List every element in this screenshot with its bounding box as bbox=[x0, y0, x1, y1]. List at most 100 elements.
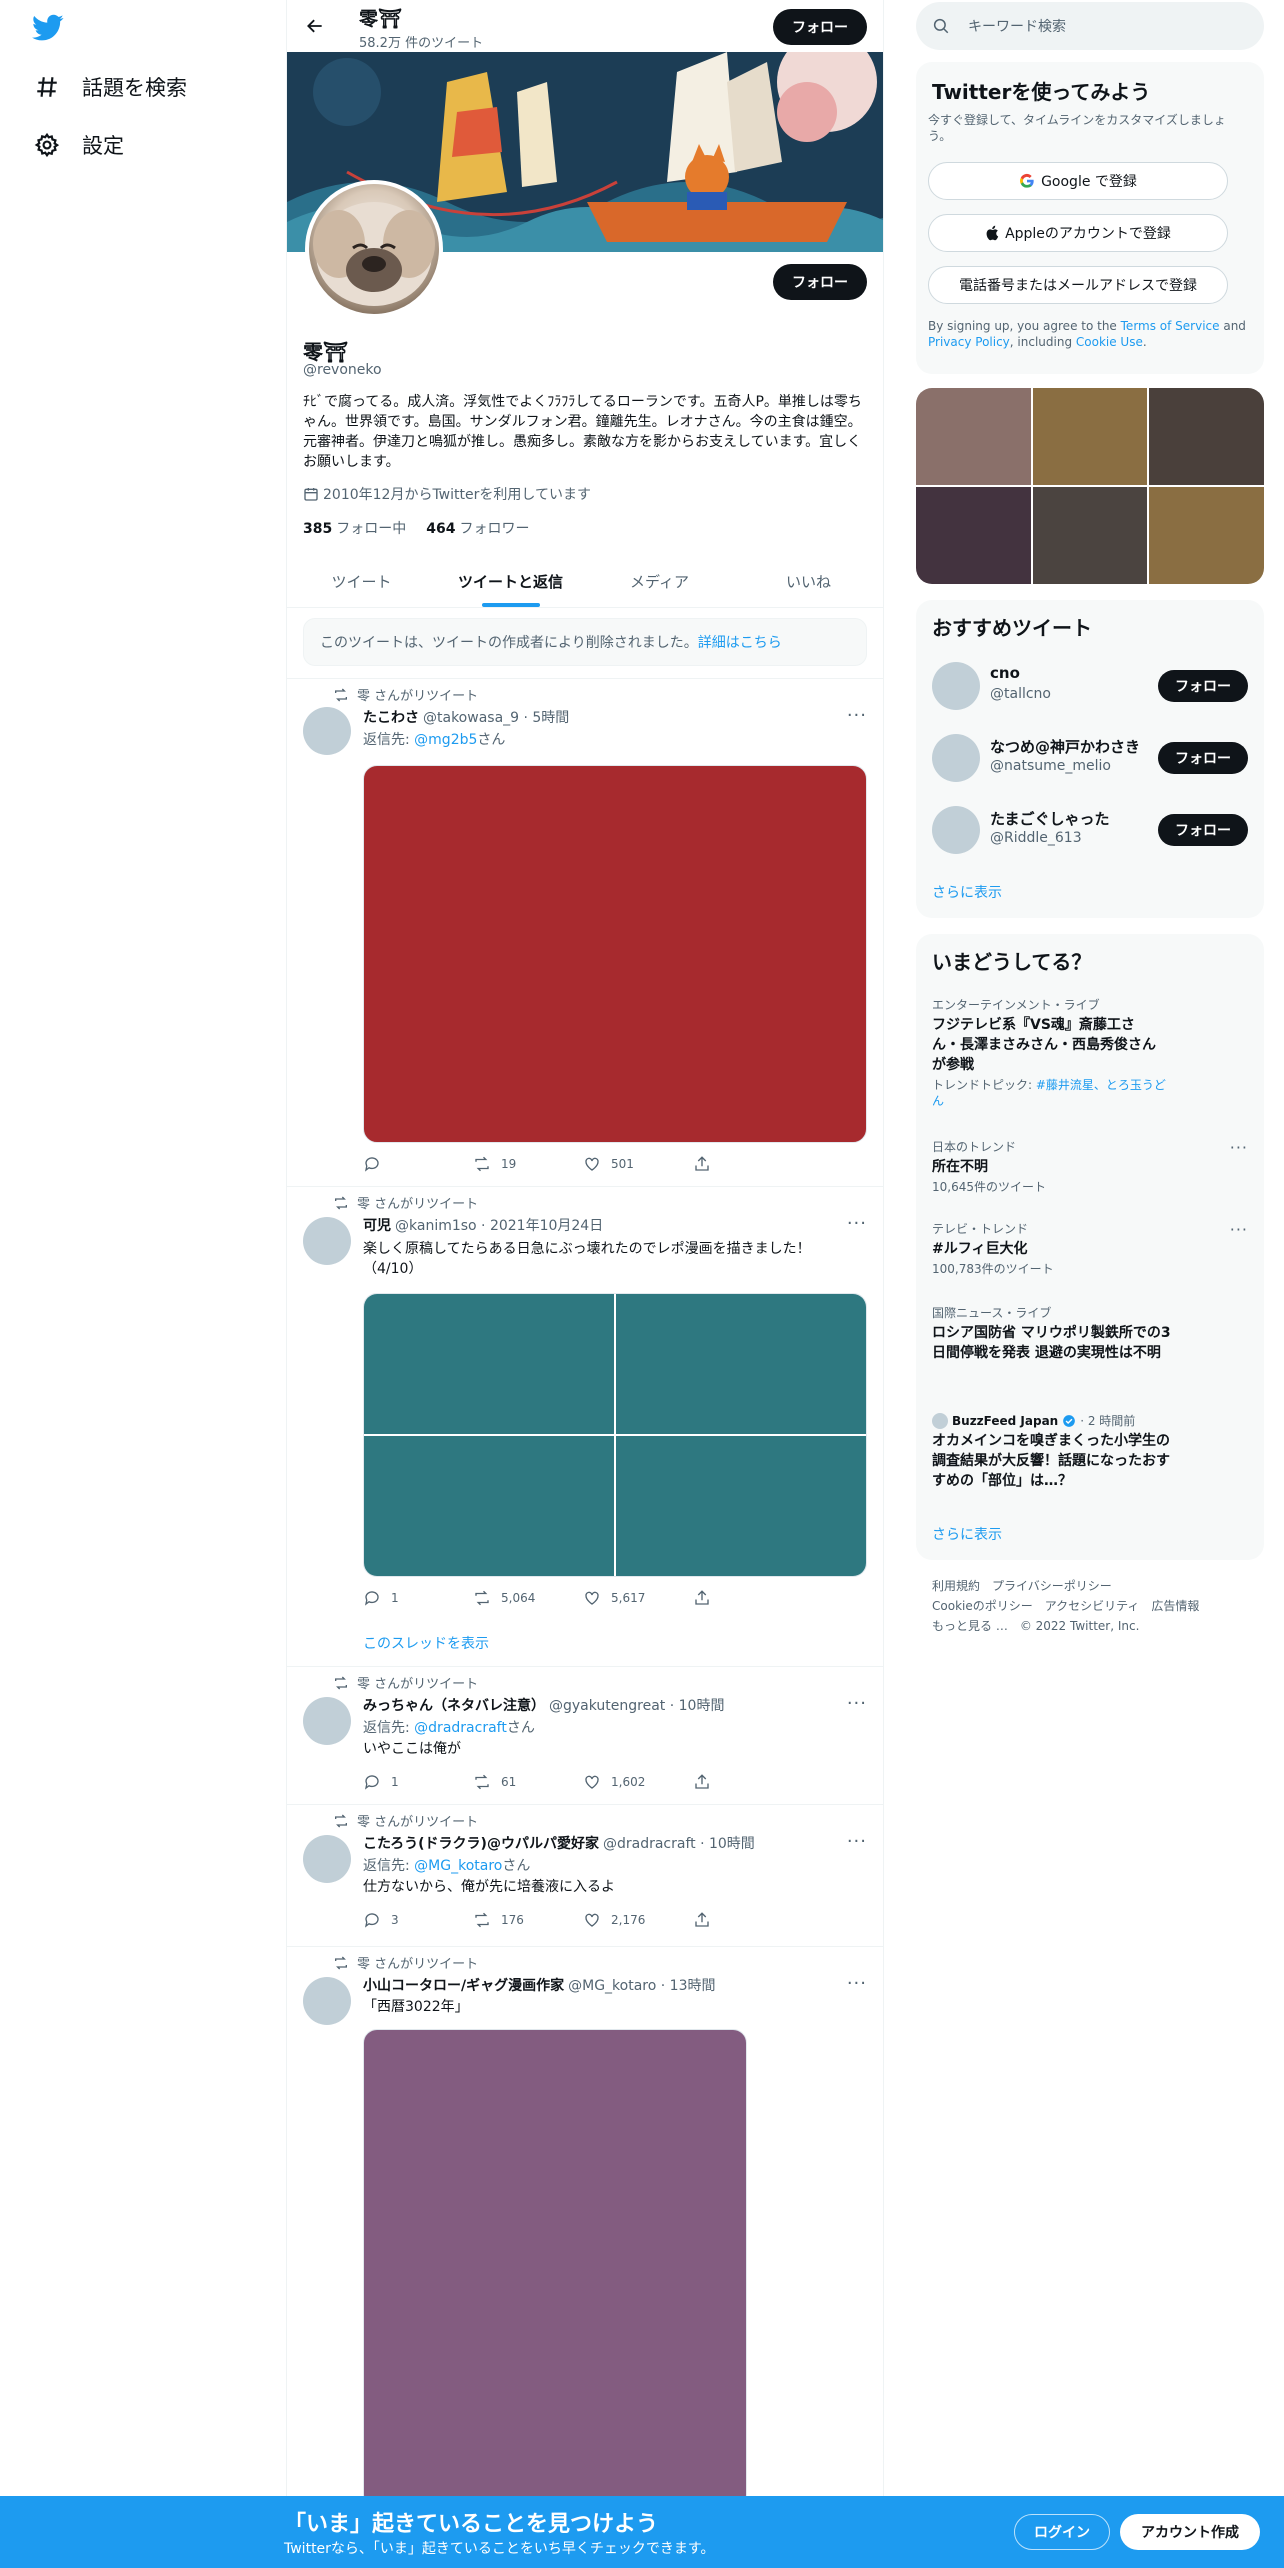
like-button[interactable]: 2,176 bbox=[583, 1911, 693, 1929]
reply-to-link[interactable]: @mg2b5 bbox=[414, 732, 477, 748]
tweet-item[interactable]: 零 さんがリツイート みっちゃん（ネタバレ注意） @gyakutengreat ·… bbox=[287, 1666, 883, 1804]
follow-button[interactable]: フォロー bbox=[1158, 814, 1248, 846]
more-options-icon[interactable]: ··· bbox=[847, 705, 867, 726]
privacy-policy-link[interactable]: Privacy Policy bbox=[928, 335, 1010, 349]
show-thread-link[interactable]: このスレッドを表示 bbox=[363, 1633, 489, 1653]
retweet-button[interactable]: 5,064 bbox=[473, 1589, 583, 1607]
like-button[interactable]: 501 bbox=[583, 1155, 693, 1173]
footer-link[interactable]: アクセシビリティ bbox=[1045, 1599, 1140, 1613]
followers-link[interactable]: 464 フォロワー bbox=[426, 518, 529, 538]
footer-more-link[interactable]: もっと見る … bbox=[932, 1619, 1008, 1633]
trend-item[interactable]: 国際ニュース・ライブ ロシア国防省 マリウポリ製鉄所での3日間停戦を発表 退避の… bbox=[932, 1304, 1242, 1363]
avatar[interactable] bbox=[303, 1977, 351, 2025]
tweet-item[interactable]: 零 さんがリツイート 可児 @kanim1so · 2021年10月24日 ···… bbox=[287, 1186, 883, 1666]
author-name[interactable]: 小山コータロー/ギャグ漫画作家 bbox=[363, 1978, 564, 1994]
avatar[interactable] bbox=[932, 662, 980, 710]
avatar[interactable] bbox=[932, 806, 980, 854]
more-options-icon[interactable]: ··· bbox=[847, 1693, 867, 1714]
avatar[interactable] bbox=[303, 707, 351, 755]
twitter-logo-icon[interactable] bbox=[32, 14, 64, 42]
header-title: 零⛩ bbox=[359, 8, 403, 30]
tab-tweets-and-replies[interactable]: ツイートと返信 bbox=[436, 556, 585, 607]
share-button[interactable] bbox=[693, 1155, 803, 1173]
reply-button[interactable]: 1 bbox=[363, 1589, 473, 1607]
tweet-media-image[interactable] bbox=[616, 1436, 866, 1576]
nav-explore[interactable]: 話題を検索 bbox=[34, 72, 187, 102]
more-options-icon[interactable]: ··· bbox=[1230, 1220, 1248, 1239]
google-signup-button[interactable]: Google で登録 bbox=[928, 162, 1228, 200]
suggested-user[interactable]: cno @tallcno フォロー bbox=[932, 662, 1248, 712]
tab-media[interactable]: メディア bbox=[585, 556, 734, 607]
tweet-media-image[interactable] bbox=[363, 765, 867, 1143]
grid-photo[interactable] bbox=[916, 388, 1031, 485]
reply-button[interactable] bbox=[363, 1155, 473, 1173]
tweet-item[interactable]: 零 さんがリツイート たこわさ @takowasa_9 · 5時間 ··· 返信先… bbox=[287, 678, 883, 1186]
avatar[interactable] bbox=[303, 1697, 351, 1745]
who-show-more-link[interactable]: さらに表示 bbox=[932, 882, 1002, 902]
search-input[interactable]: キーワード検索 bbox=[916, 2, 1264, 50]
avatar[interactable] bbox=[303, 1835, 351, 1883]
avatar[interactable] bbox=[932, 734, 980, 782]
follow-button[interactable]: フォロー bbox=[1158, 742, 1248, 774]
deleted-notice-link[interactable]: 詳細はこちら bbox=[698, 632, 782, 652]
follow-button[interactable]: フォロー bbox=[1158, 670, 1248, 702]
tab-likes[interactable]: いいね bbox=[734, 556, 883, 607]
back-button[interactable] bbox=[301, 12, 329, 40]
retweet-button[interactable]: 61 bbox=[473, 1773, 583, 1791]
reply-to-link[interactable]: @MG_kotaro bbox=[414, 1858, 502, 1874]
share-button[interactable] bbox=[693, 1773, 803, 1791]
share-button[interactable] bbox=[693, 1589, 803, 1607]
reply-button[interactable]: 1 bbox=[363, 1773, 473, 1791]
more-options-icon[interactable]: ··· bbox=[847, 1213, 867, 1234]
create-account-button[interactable]: アカウント作成 bbox=[1120, 2514, 1260, 2550]
tweet-media-image[interactable] bbox=[364, 1436, 614, 1576]
terms-of-service-link[interactable]: Terms of Service bbox=[1121, 319, 1220, 333]
retweet-button[interactable]: 19 bbox=[473, 1155, 583, 1173]
header-follow-button[interactable]: フォロー bbox=[773, 9, 867, 45]
footer-link[interactable]: 広告情報 bbox=[1151, 1599, 1199, 1613]
more-options-icon[interactable]: ··· bbox=[847, 1973, 867, 1994]
author-name[interactable]: みっちゃん（ネタバレ注意） bbox=[363, 1698, 545, 1714]
footer-link[interactable]: 利用規約 bbox=[932, 1579, 980, 1593]
author-name[interactable]: こたろう(ドラクラ)@ウパルパ愛好家 bbox=[363, 1836, 599, 1852]
more-options-icon[interactable]: ··· bbox=[1230, 1138, 1248, 1157]
footer-link[interactable]: プライバシーポリシー bbox=[992, 1579, 1112, 1593]
author-name[interactable]: たこわさ bbox=[363, 710, 419, 726]
like-button[interactable]: 5,617 bbox=[583, 1589, 693, 1607]
tweet-media-image[interactable] bbox=[364, 1294, 614, 1434]
reply-to-link[interactable]: @dradracraft bbox=[414, 1720, 507, 1736]
profile-avatar[interactable] bbox=[305, 180, 443, 318]
grid-photo[interactable] bbox=[916, 487, 1031, 584]
following-link[interactable]: 385 フォロー中 bbox=[303, 518, 406, 538]
suggested-user[interactable]: たまごぐしゃった @Riddle_613 フォロー bbox=[932, 806, 1248, 856]
grid-photo[interactable] bbox=[1149, 388, 1264, 485]
share-button[interactable] bbox=[693, 1911, 803, 1929]
retweet-button[interactable]: 176 bbox=[473, 1911, 583, 1929]
trend-item[interactable]: BuzzFeed Japan · 2 時間前 オカメインコを嗅ぎまくった小学生の… bbox=[932, 1412, 1242, 1491]
tweet-item[interactable]: 零 さんがリツイート 小山コータロー/ギャグ漫画作家 @MG_kotaro · 1… bbox=[287, 1946, 883, 2509]
nav-settings[interactable]: 設定 bbox=[34, 130, 124, 160]
trends-show-more-link[interactable]: さらに表示 bbox=[932, 1524, 1002, 1544]
apple-signup-button[interactable]: Appleのアカウントで登録 bbox=[928, 214, 1228, 252]
trend-item[interactable]: エンターテインメント・ライブ フジテレビ系『VS魂』斎藤工さん・長澤まさみさん・… bbox=[932, 996, 1242, 1109]
tweet-media-image[interactable] bbox=[363, 2029, 747, 2509]
trend-item[interactable]: 日本のトレンド 所在不明 10,645件のツイート bbox=[932, 1138, 1242, 1195]
suggested-user[interactable]: なつめ@神戸かわさき @natsume_melio フォロー bbox=[932, 734, 1248, 784]
author-name[interactable]: 可児 bbox=[363, 1218, 391, 1234]
like-button[interactable]: 1,602 bbox=[583, 1773, 693, 1791]
more-options-icon[interactable]: ··· bbox=[847, 1831, 867, 1852]
grid-photo[interactable] bbox=[1032, 487, 1148, 584]
grid-photo[interactable] bbox=[1032, 388, 1148, 485]
profile-follow-button[interactable]: フォロー bbox=[773, 264, 867, 300]
reply-button[interactable]: 3 bbox=[363, 1911, 473, 1929]
tab-tweets[interactable]: ツイート bbox=[287, 556, 436, 607]
avatar[interactable] bbox=[303, 1217, 351, 1265]
grid-photo[interactable] bbox=[1149, 487, 1264, 584]
cookie-use-link[interactable]: Cookie Use bbox=[1076, 335, 1143, 349]
trend-item[interactable]: テレビ・トレンド #ルフィ巨大化 100,783件のツイート bbox=[932, 1220, 1242, 1277]
tweet-media-image[interactable] bbox=[616, 1294, 866, 1434]
login-button[interactable]: ログイン bbox=[1014, 2514, 1110, 2550]
footer-link[interactable]: Cookieのポリシー bbox=[932, 1599, 1033, 1613]
phone-email-signup-button[interactable]: 電話番号またはメールアドレスで登録 bbox=[928, 266, 1228, 304]
tweet-item[interactable]: 零 さんがリツイート こたろう(ドラクラ)@ウパルパ愛好家 @dradracraf… bbox=[287, 1804, 883, 1946]
